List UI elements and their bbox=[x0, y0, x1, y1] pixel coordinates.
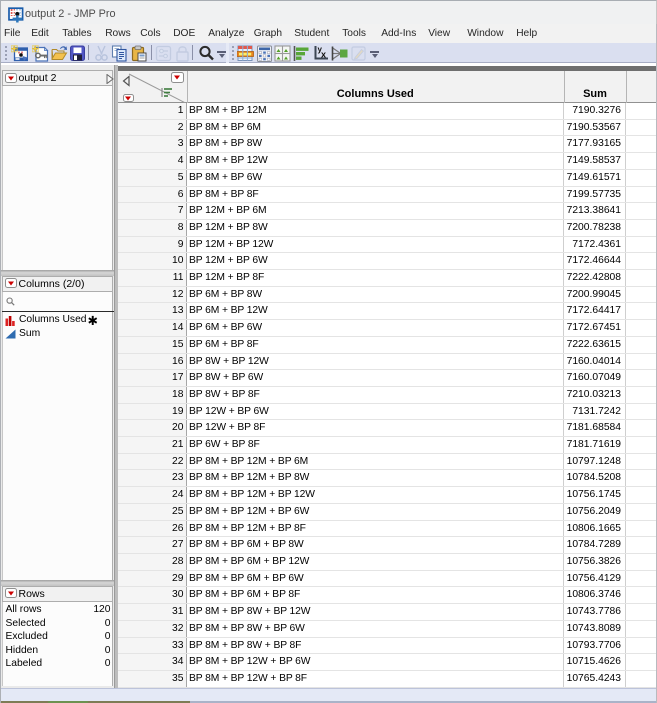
svg-text:x: x bbox=[321, 49, 326, 59]
